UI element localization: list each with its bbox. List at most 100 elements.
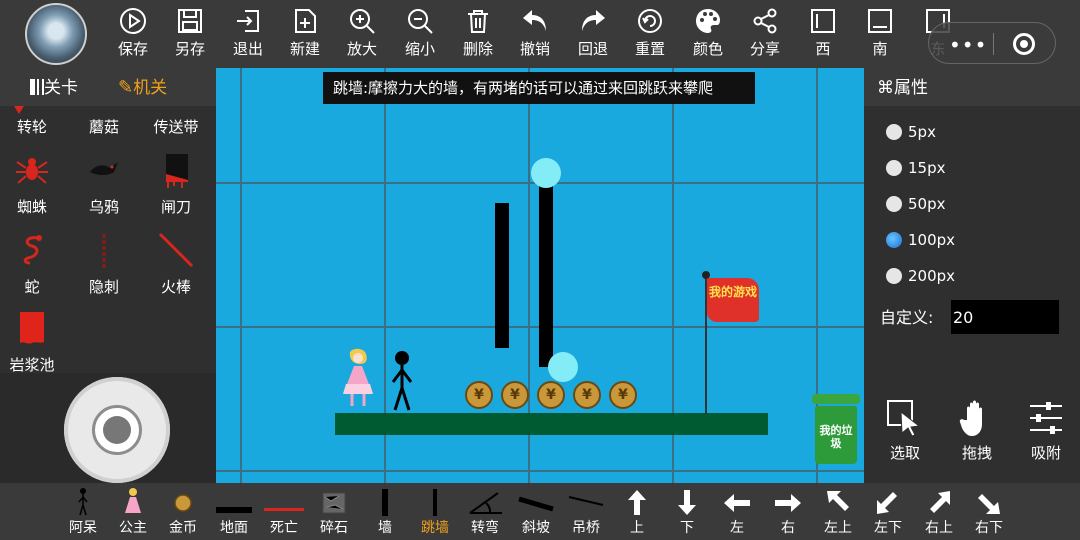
share-label: 分享 [749,40,780,58]
grid-line [216,470,864,472]
grid-option-15px[interactable]: 15px [886,156,946,180]
zoom-out-label: 缩小 [404,40,435,58]
palette-coin[interactable]: 金币 [158,483,208,540]
coin-icon [174,494,192,512]
goal-flag[interactable]: 我的游戏 [707,278,759,322]
new-file-icon [295,9,316,33]
zoom-in-button[interactable]: 放大 [338,4,386,62]
jump-wall-bottom-handle[interactable] [548,352,578,382]
jump-wall[interactable] [539,174,553,367]
item-crow[interactable]: 乌鸦 [68,150,140,226]
trash-bin[interactable]: 我的垃圾 [812,394,860,464]
palette-death[interactable]: 死亡 [259,483,309,540]
tab-mechanism[interactable]: ✎机关 [118,74,167,102]
coin[interactable]: ¥ [465,381,493,409]
mini-program-capsule: ••• [928,22,1056,64]
palette-slope[interactable]: 斜坡 [511,483,561,540]
delete-button[interactable]: 删除 [454,4,502,62]
new-button[interactable]: 新建 [281,4,329,62]
trash-bin-lid [812,394,860,404]
trash-icon [468,10,488,33]
coin[interactable]: ¥ [501,381,529,409]
color-label: 颜色 [692,40,723,58]
palette-right[interactable]: 右 [763,483,813,540]
princess-character[interactable] [340,348,376,410]
joystick-knob[interactable] [92,405,142,455]
exit-icon [237,10,259,32]
radio-icon [886,160,902,176]
save-button[interactable]: 保存 [109,4,157,62]
item-spider[interactable]: 蜘蛛 [0,150,68,226]
stickman-icon [78,488,88,516]
align-west-label: 西 [815,40,831,58]
rubble-icon [322,492,346,514]
item-hidden-spike[interactable]: 隐刺 [68,230,140,306]
zoom-out-button[interactable]: 缩小 [396,4,444,62]
palette-wall[interactable]: 墙 [360,483,410,540]
joystick-area [0,373,216,483]
tab-level[interactable]: 关卡 [30,74,78,102]
align-west-icon [811,9,835,33]
palette-left[interactable]: 左 [712,483,762,540]
undo-label: 撤销 [519,40,550,58]
palette-jump-wall[interactable]: 跳墙 [410,483,460,540]
item-snake[interactable]: 蛇 [0,230,68,306]
palette-down-left[interactable]: 左下 [863,483,913,540]
custom-size-input[interactable] [951,300,1059,334]
color-button[interactable]: 颜色 [684,4,732,62]
coin[interactable]: ¥ [609,381,637,409]
palette-drawbridge[interactable]: 吊桥 [561,483,611,540]
avatar[interactable] [25,3,87,65]
undo-button[interactable]: 撤销 [511,4,559,62]
grid-option-100px[interactable]: 100px [886,228,955,252]
align-south-button[interactable]: 南 [856,4,904,62]
stickman-character[interactable] [389,350,415,412]
grid-option-label: 50px [908,195,946,213]
grid-option-label: 5px [908,123,936,141]
item-guillotine[interactable]: 闸刀 [140,150,212,226]
joystick[interactable] [64,377,170,483]
grid-option-200px[interactable]: 200px [886,264,955,288]
properties-header: ⌘属性 [864,68,1080,106]
exit-label: 退出 [232,40,263,58]
palette-down[interactable]: 下 [662,483,712,540]
ground-platform[interactable] [335,413,768,435]
palette-turn[interactable]: 转弯 [460,483,510,540]
coin[interactable]: ¥ [573,381,601,409]
reset-button[interactable]: 重置 [626,4,674,62]
redo-button[interactable]: 回退 [569,4,617,62]
select-tool-button[interactable]: 选取 [875,398,935,468]
slope-icon [518,496,554,512]
palette-down-right[interactable]: 右下 [964,483,1014,540]
align-west-button[interactable]: 西 [799,4,847,62]
palette-up-right[interactable]: 右上 [914,483,964,540]
hidden-spike-icon [102,234,106,268]
jump-wall-top-handle[interactable] [531,158,561,188]
share-icon [753,8,777,34]
item-lava-pool-label: 岩浆池 [9,356,55,374]
palette-ground[interactable]: 地面 [209,483,259,540]
close-target-icon[interactable] [1013,33,1035,55]
drag-tool-button[interactable]: 拖拽 [947,398,1007,468]
delete-label: 删除 [462,40,493,58]
item-wheel-label: 转轮 [16,118,47,136]
palette-princess[interactable]: 公主 [108,483,158,540]
share-button[interactable]: 分享 [741,4,789,62]
wheel-icon [14,106,24,114]
save-as-button[interactable]: 另存 [166,4,214,62]
palette-rubble[interactable]: 碎石 [309,483,359,540]
more-dots-icon[interactable]: ••• [949,33,987,57]
coin[interactable]: ¥ [537,381,565,409]
wall[interactable] [495,203,509,348]
grid-option-50px[interactable]: 50px [886,192,946,216]
drawbridge-icon [568,496,604,506]
snap-sliders-icon [1030,402,1062,434]
grid-option-5px[interactable]: 5px [886,120,936,144]
level-canvas[interactable]: 跳墙:摩擦力大的墙，有两堵的话可以通过来回跳跃来攀爬 ¥ ¥ ¥ ¥ ¥ 我的游… [216,68,864,483]
palette-up[interactable]: 上 [612,483,662,540]
palette-up-left[interactable]: 左上 [813,483,863,540]
exit-button[interactable]: 退出 [224,4,272,62]
snap-tool-button[interactable]: 吸附 [1016,398,1076,468]
item-fire-stick[interactable]: 火棒 [140,230,212,306]
palette-stickman[interactable]: 阿呆 [58,483,108,540]
